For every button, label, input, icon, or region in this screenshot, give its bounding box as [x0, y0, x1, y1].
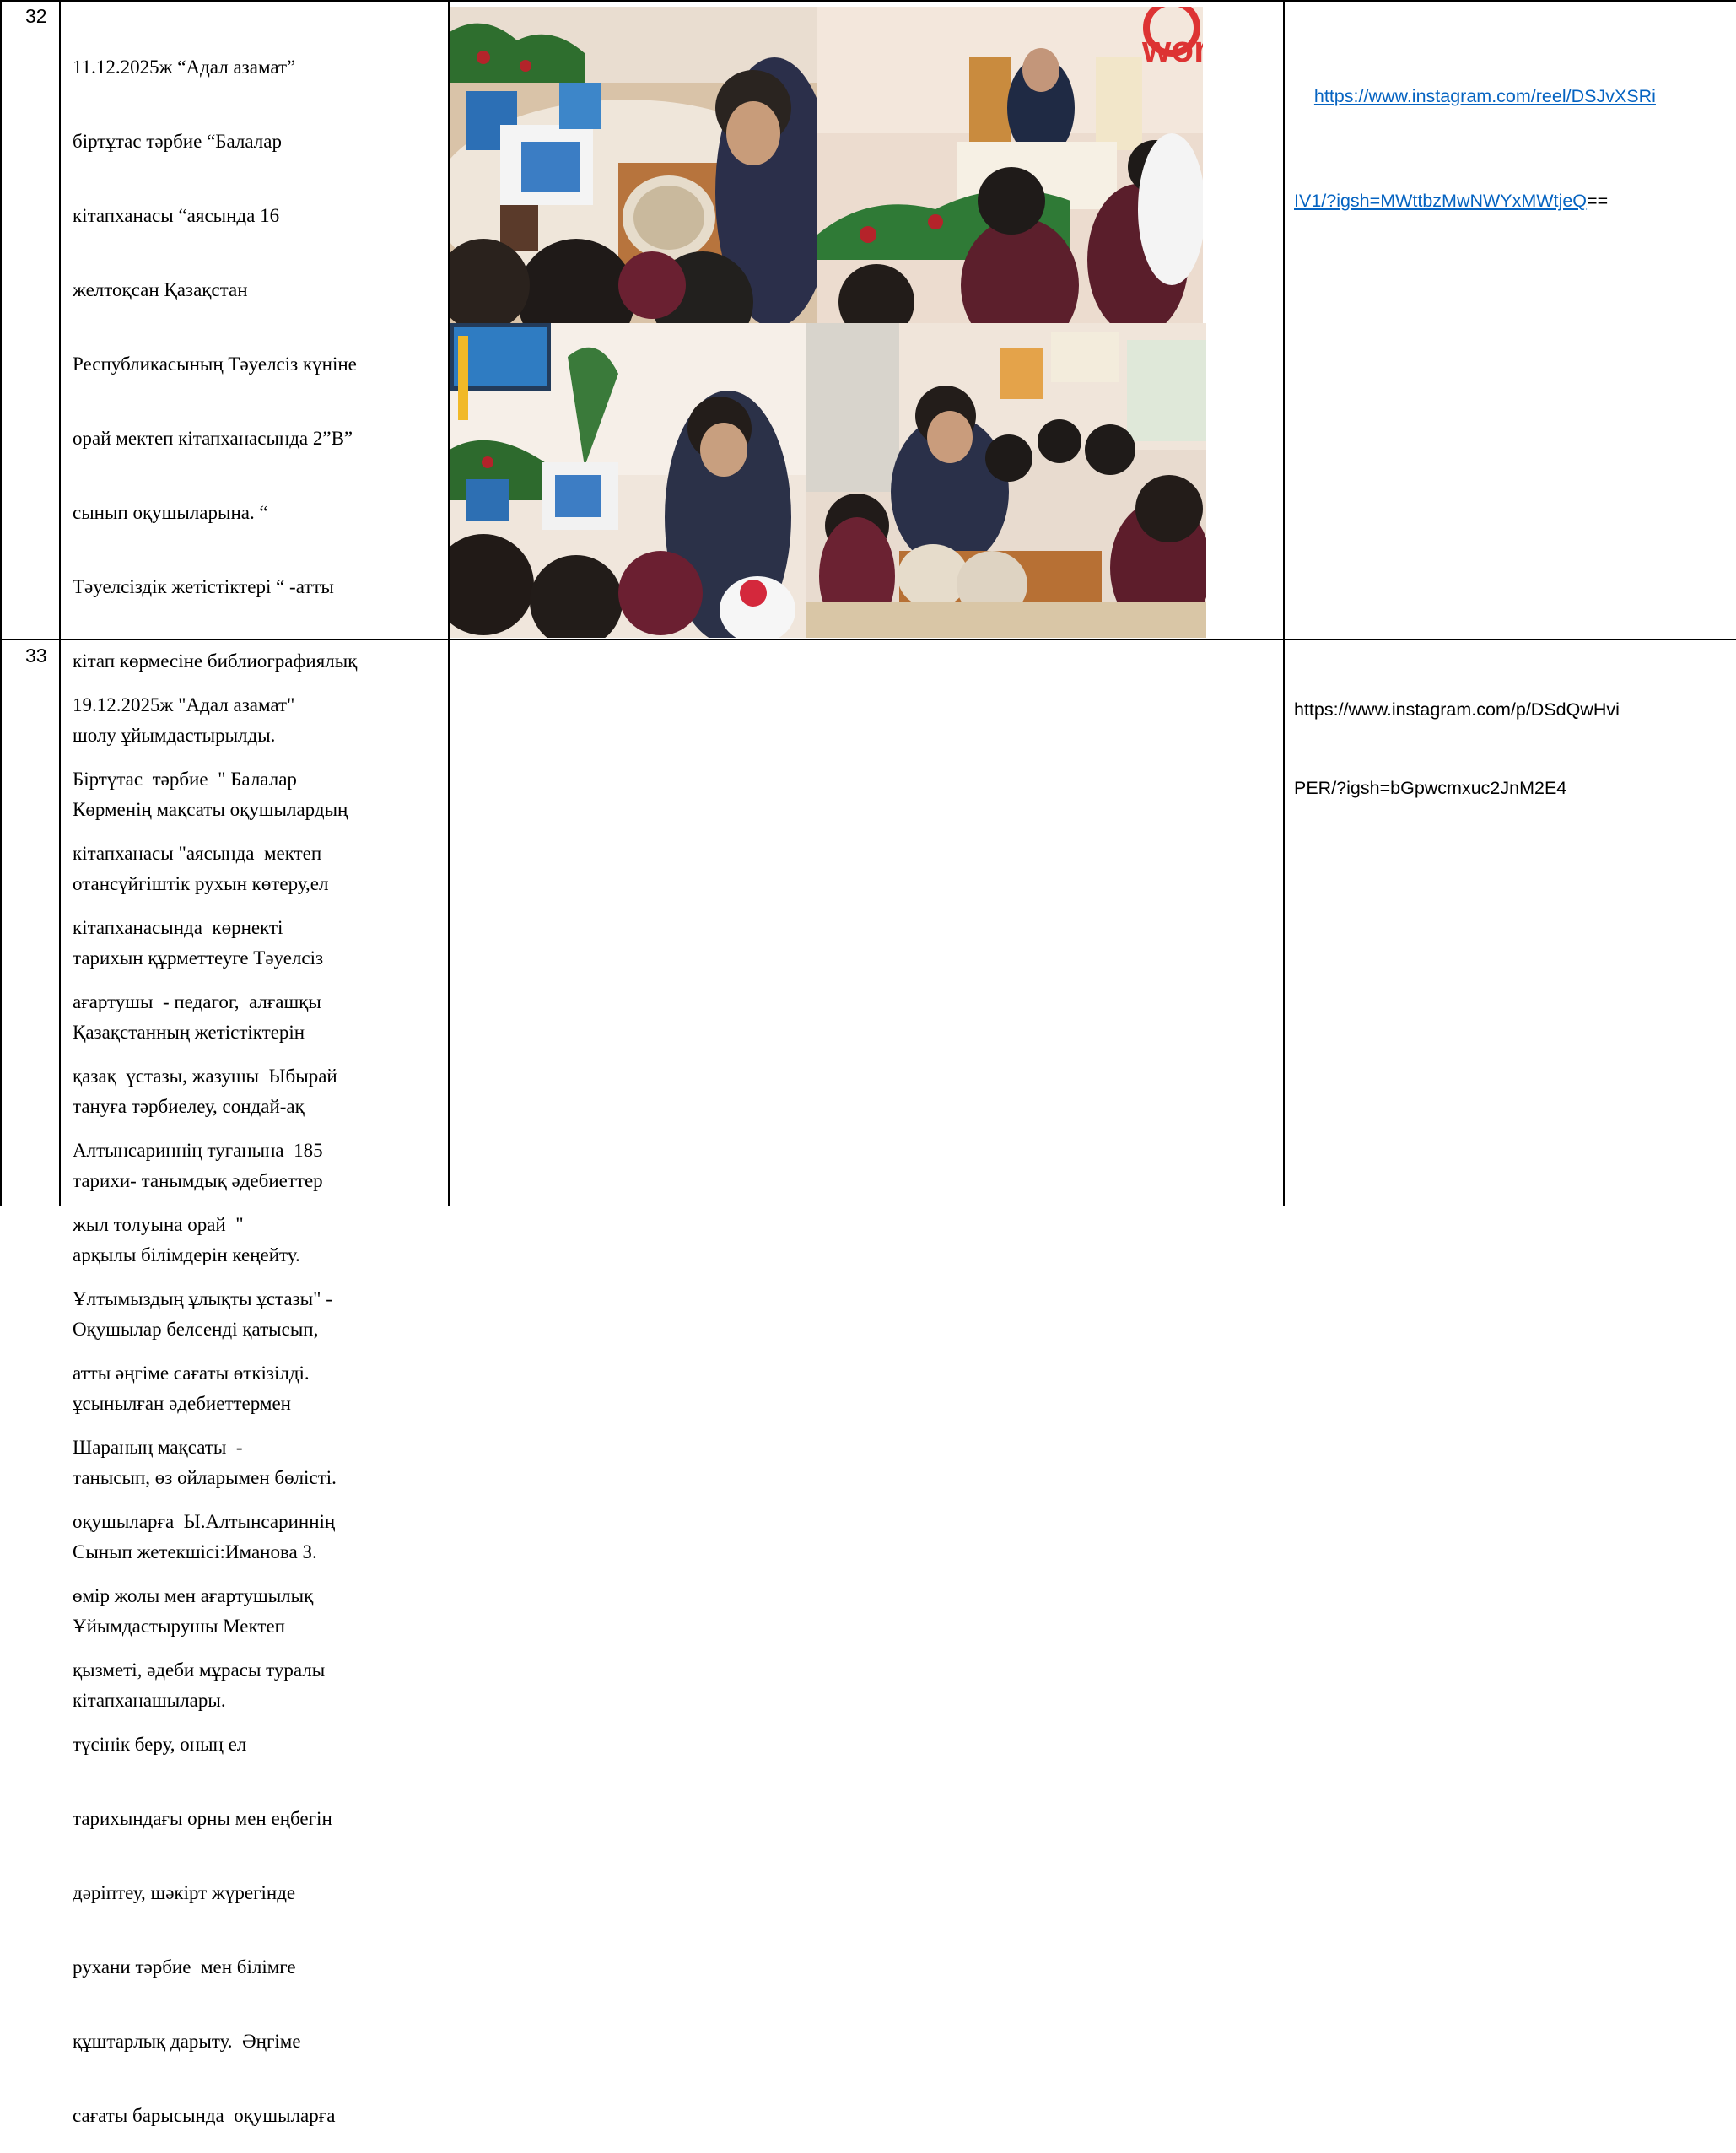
instagram-link-line-2[interactable]: IV1/?igsh=MWttbzMwNWYxMWtjeQ	[1294, 191, 1587, 211]
column-divider-number	[59, 0, 61, 1206]
table-top-border	[0, 0, 1736, 2]
instagram-link[interactable]: https://www.instagram.com/reel/DSJvXSRi	[1294, 57, 1656, 136]
description-line: 11.12.2025ж “Адал азамат”	[73, 56, 296, 78]
classroom-photo-teacher-showing-books	[806, 323, 1206, 638]
description-line: атты әңгіме сағаты өткізілді.	[73, 1362, 310, 1384]
table-left-border	[0, 0, 2, 1206]
row-description: 19.12.2025ж "Адал азамат" Біртұтас тәрби…	[73, 643, 337, 2153]
description-line: рухани тәрбие мен білімге	[73, 1956, 296, 1978]
description-line: сағаты барысында оқушыларға	[73, 2105, 336, 2127]
instagram-url-line-2[interactable]: PER/?igsh=bGpwcmxuc2JnM2E4	[1294, 775, 1620, 801]
classroom-photo-librarian-speaking: wor	[817, 7, 1203, 323]
instagram-link-line-1[interactable]: https://www.instagram.com/reel/DSJvXSRi	[1314, 86, 1656, 106]
description-line: кітапханасы "аясында мектеп	[73, 842, 322, 864]
description-line: құштарлық дарыту. Әңгіме	[73, 2031, 301, 2053]
description-line: ағартушы - педагог, алғашқы	[73, 990, 321, 1012]
description-line: түсінік беру, оның ел	[73, 1734, 247, 1756]
description-line: Шараның мақсаты -	[73, 1437, 243, 1458]
description-line: біртұтас тәрбие “Балалар	[73, 130, 282, 152]
description-line: сынып оқушыларына. “	[73, 501, 268, 523]
description-line: кітапханасында көрнекті	[73, 916, 283, 938]
description-line: Біртұтас тәрбие " Балалар	[73, 768, 297, 790]
description-line: қызметі, әдеби мұрасы туралы	[73, 1659, 326, 1681]
row-number: 32	[25, 5, 47, 27]
row-link: https://www.instagram.com/p/DSdQwHvi PER…	[1294, 645, 1620, 828]
description-line: 19.12.2025ж "Адал азамат"	[73, 693, 295, 715]
description-line: орай мектеп кітапханасында 2”В”	[73, 427, 353, 449]
instagram-url-line-1[interactable]: https://www.instagram.com/p/DSdQwHvi	[1294, 697, 1620, 723]
description-line: Алтынсариннің туғанына 185	[73, 1139, 323, 1161]
column-divider-photos	[1283, 0, 1285, 1206]
description-line: қазақ ұстазы, жазушы Ыбырай	[73, 1065, 337, 1087]
description-line: кітапханасы “аясында 16	[73, 204, 280, 226]
description-line: дәріптеу, шәкірт жүрегінде	[73, 1882, 296, 1904]
description-line: өмір жолы мен ағартушылық	[73, 1585, 314, 1607]
description-line: оқушыларға Ы.Алтынсариннің	[73, 1511, 336, 1533]
classroom-photo-students-exhibition	[450, 323, 806, 638]
instagram-link-line-2-wrapper: IV1/?igsh=MWttbzMwNWYxMWtjeQ==	[1294, 188, 1656, 214]
description-line: Ұлтымыздың ұлықты ұстазы" -	[73, 1287, 332, 1309]
row-link: https://www.instagram.com/reel/DSJvXSRi …	[1294, 5, 1656, 240]
description-line: Тәуелсіздік жетістіктері “ -атты	[73, 575, 334, 597]
classroom-photo-book-display	[450, 7, 817, 323]
description-line: Республикасының Тәуелсіз күніне	[73, 353, 357, 375]
description-line: жыл толуына орай "	[73, 1213, 244, 1235]
description-line: желтоқсан Қазақстан	[73, 278, 248, 300]
link-suffix: ==	[1587, 191, 1609, 211]
row-number: 33	[25, 645, 47, 666]
description-line: тарихындағы орны мен еңбегін	[73, 1808, 332, 1830]
